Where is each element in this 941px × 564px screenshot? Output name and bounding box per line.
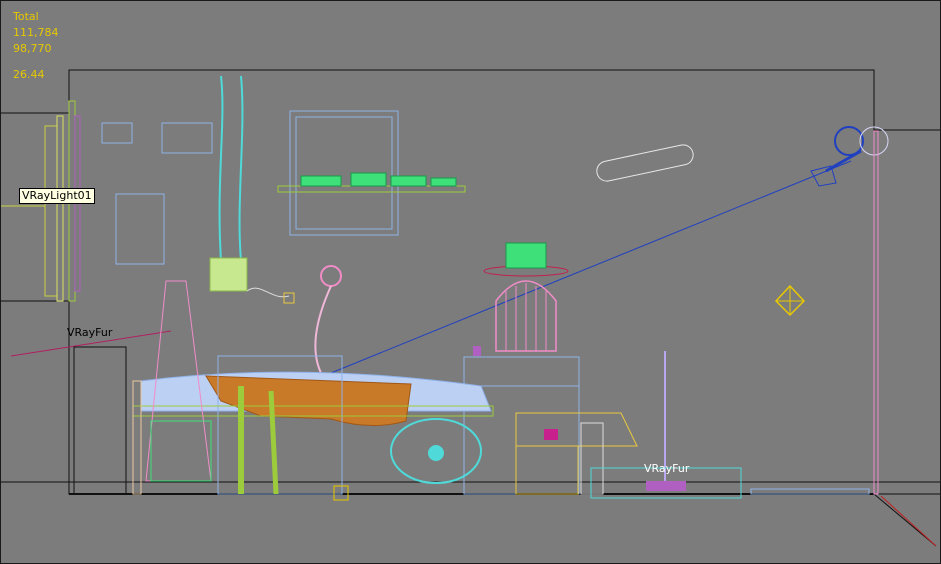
picture-frame-wide (161, 122, 213, 154)
stats-fps: 26.44 (13, 68, 45, 81)
hanging-rope-1 (218, 75, 224, 262)
lamp-head (834, 126, 864, 156)
chair-seat (150, 420, 212, 482)
scene-wireframe[interactable] (1, 1, 941, 564)
vraylight-panel (44, 125, 58, 297)
standing-lamp-stem (314, 285, 332, 374)
bed-leg-left (132, 380, 142, 495)
stats-polys: 111,784 (13, 26, 59, 39)
side-table (463, 356, 580, 495)
hanging-basket (209, 257, 248, 292)
table-item (473, 346, 481, 356)
shelf-books-4 (430, 177, 457, 187)
floor-stand-base (646, 481, 686, 491)
magenta-box (544, 429, 558, 440)
vrayfur-label-right[interactable]: VRayFur (644, 462, 689, 475)
wicker-center (428, 445, 444, 461)
picture-frame-tall (115, 193, 165, 265)
viewport-stats: Total 111,784 98,770 26.44 (13, 9, 59, 83)
light-ray (330, 160, 852, 374)
tall-box (580, 422, 604, 495)
plug (283, 292, 295, 304)
stats-total-label: Total (13, 10, 39, 23)
plant-pot (505, 242, 547, 269)
3d-viewport[interactable]: Total 111,784 98,770 26.44 VRayLight01 V… (0, 0, 941, 564)
bed-blanket (205, 375, 412, 427)
stats-verts: 98,770 (13, 42, 52, 55)
target-marker (774, 284, 806, 317)
wall-shelf (277, 185, 466, 193)
shelf-books-1 (300, 175, 342, 187)
hanging-rope-2 (238, 75, 244, 262)
shelf-books-2 (350, 172, 387, 187)
right-wall-trim (873, 130, 879, 495)
shelf-top (515, 412, 638, 447)
shelf-books-3 (390, 175, 427, 187)
left-cabinet (73, 346, 127, 495)
standing-lamp-head (320, 265, 342, 287)
vrayfur-label-left[interactable]: VRayFur (67, 326, 112, 339)
vraylight-frame (56, 115, 64, 302)
vraylight-tooltip[interactable]: VRayLight01 (19, 188, 95, 204)
red-guide-right (880, 495, 937, 547)
cable (246, 287, 290, 298)
picture-frame-small (101, 122, 133, 144)
wall-tube-light (596, 144, 694, 182)
shelf-body (515, 445, 579, 495)
